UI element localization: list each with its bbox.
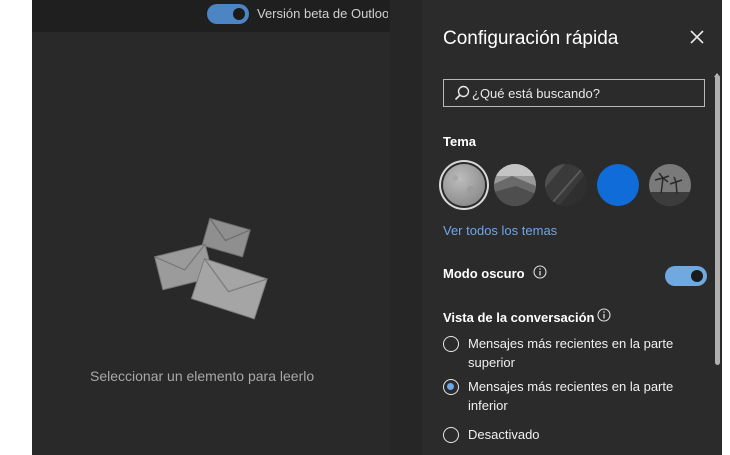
radio-button[interactable] <box>443 427 459 443</box>
palm-trees-icon <box>649 164 691 206</box>
theme-option-palms[interactable] <box>649 164 691 206</box>
search-input[interactable] <box>472 84 697 102</box>
theme-option-gray[interactable] <box>443 164 485 206</box>
search-icon <box>454 85 470 101</box>
reading-pane: Seleccionar un elemento para leerlo <box>32 32 390 455</box>
dark-mode-toggle[interactable] <box>665 266 707 286</box>
dark-mode-label: Modo oscuro <box>443 266 525 281</box>
see-all-themes-link[interactable]: Ver todos los temas <box>443 223 557 238</box>
radio-label: Mensajes más recientes en la parte super… <box>468 336 674 370</box>
beta-toggle[interactable] <box>207 4 249 24</box>
radio-button[interactable] <box>443 336 459 352</box>
radio-button-selected[interactable] <box>443 379 459 395</box>
theme-option-dark[interactable] <box>545 164 587 206</box>
top-bar: Versión beta de Outlook <box>32 0 390 32</box>
conversation-option-newest-top[interactable]: Mensajes más recientes en la parte super… <box>443 335 703 373</box>
quick-settings-panel: Configuración rápida Tema <box>422 0 722 455</box>
radio-label: Desactivado <box>468 427 540 442</box>
conversation-view-heading: Vista de la conversación <box>443 310 595 325</box>
panel-title: Configuración rápida <box>443 28 619 49</box>
panel-scrollbar[interactable] <box>715 75 720 365</box>
empty-message: Seleccionar un elemento para leerlo <box>90 368 315 384</box>
outlook-window: Versión beta de Outlook Seleccionar un e… <box>32 0 722 455</box>
theme-option-blue[interactable] <box>597 164 639 206</box>
toggle-knob <box>233 8 245 20</box>
theme-heading: Tema <box>443 134 476 149</box>
close-icon[interactable] <box>687 27 707 47</box>
settings-search-box[interactable] <box>443 79 705 107</box>
envelopes-icon <box>154 217 268 320</box>
landscape-icon <box>494 164 536 206</box>
toggle-knob <box>691 270 703 282</box>
info-icon[interactable] <box>533 265 547 279</box>
theme-option-landscape[interactable] <box>494 164 536 206</box>
radio-label: Mensajes más recientes en la parte infer… <box>468 379 674 413</box>
dark-pattern-icon <box>545 164 587 206</box>
beta-label: Versión beta de Outlook <box>257 6 388 21</box>
info-icon[interactable] <box>597 308 611 322</box>
conversation-option-off[interactable]: Desactivado <box>443 426 703 446</box>
conversation-option-newest-bottom[interactable]: Mensajes más recientes en la parte infer… <box>443 378 703 416</box>
gray-texture-icon <box>443 164 485 206</box>
